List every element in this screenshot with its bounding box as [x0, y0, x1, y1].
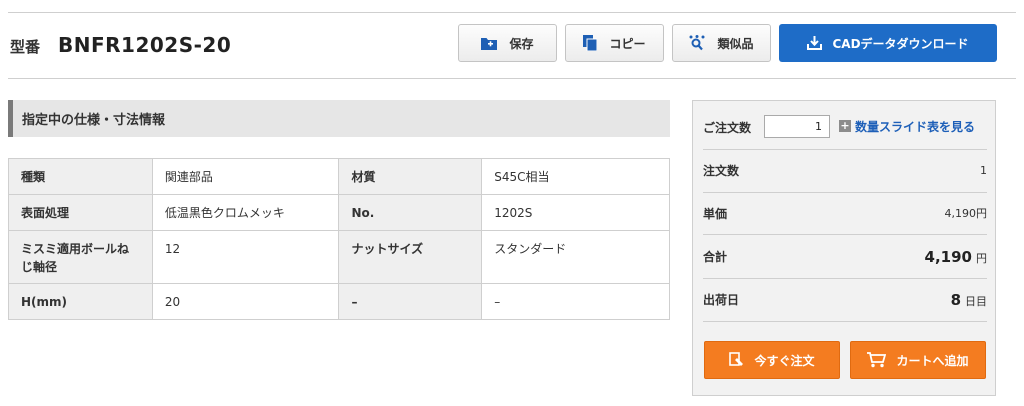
spec-key: 材質: [338, 158, 483, 195]
order-count-value: 1: [980, 163, 987, 177]
order-divider: [703, 192, 987, 193]
quantity-input[interactable]: 1: [764, 115, 830, 138]
spec-key: 表面処理: [8, 194, 153, 231]
unit-price-label: 単価: [703, 206, 728, 221]
magnifier-dots-icon: [689, 35, 705, 51]
order-panel: ご注文数 1 + 数量スライド表を見る 注文数 1 単価 4,190円 合計 4…: [692, 100, 996, 396]
order-hand-icon: [729, 351, 744, 369]
ship-days: 8 日目: [951, 290, 987, 309]
total-unit: 円: [976, 251, 987, 265]
spec-value: –: [481, 283, 670, 320]
spec-key: ナットサイズ: [338, 230, 483, 284]
ship-row: 出荷日 8 日目: [703, 287, 987, 311]
spec-section-title: 指定中の仕様・寸法情報: [22, 113, 166, 128]
spec-value: 20: [151, 283, 340, 320]
spec-key: –: [338, 283, 483, 320]
spec-value: 低温黒色クロムメッキ: [151, 194, 340, 231]
cad-download-label: CADデータダウンロード: [832, 36, 969, 51]
unit-price-row: 単価 4,190円: [703, 202, 987, 224]
total-amount: 4,190 円: [925, 247, 987, 266]
similar-label: 類似品: [717, 36, 754, 51]
plus-icon[interactable]: +: [839, 120, 851, 132]
quantity-slide-link[interactable]: 数量スライド表を見る: [855, 118, 975, 135]
spec-value: S45C相当: [481, 158, 670, 195]
spec-value: 関連部品: [151, 158, 340, 195]
copy-icon: [583, 35, 598, 51]
total-label: 合計: [703, 249, 728, 264]
table-row: ミスミ適用ボールねじ軸径 12 ナットサイズ スタンダード: [8, 230, 670, 284]
spec-key: 種類: [8, 158, 153, 195]
spec-key: H(mm): [8, 283, 153, 320]
order-count-row: 注文数 1: [703, 159, 987, 181]
save-button[interactable]: 保存: [458, 24, 557, 62]
ship-label: 出荷日: [703, 292, 740, 307]
order-now-label: 今すぐ注文: [754, 353, 815, 368]
order-now-button[interactable]: 今すぐ注文: [704, 341, 840, 379]
total-value: 4,190: [924, 247, 972, 266]
folder-plus-icon: [481, 37, 498, 50]
download-icon: [807, 36, 823, 50]
order-count-label: 注文数: [703, 163, 740, 178]
spec-table: 種類 関連部品 材質 S45C相当 表面処理 低温黒色クロムメッキ No. 12…: [8, 158, 670, 320]
model-number: BNFR1202S-20: [58, 33, 232, 57]
spec-value: 12: [151, 230, 340, 284]
cart-icon: [867, 352, 887, 368]
ship-unit: 日目: [965, 294, 987, 308]
spec-section-header: 指定中の仕様・寸法情報: [8, 100, 670, 137]
copy-button[interactable]: コピー: [565, 24, 664, 62]
top-divider: [8, 12, 1016, 13]
add-to-cart-button[interactable]: カートへ追加: [850, 341, 986, 379]
ship-value: 8: [950, 290, 961, 309]
spec-value: スタンダード: [481, 230, 670, 284]
order-divider: [703, 278, 987, 279]
order-divider: [703, 234, 987, 235]
header-divider: [8, 78, 1016, 79]
table-row: 種類 関連部品 材質 S45C相当: [8, 158, 670, 195]
spec-value: 1202S: [481, 194, 670, 231]
similar-products-button[interactable]: 類似品: [672, 24, 771, 62]
spec-key: ミスミ適用ボールねじ軸径: [8, 230, 153, 284]
model-label: 型番: [10, 38, 41, 56]
quantity-label: ご注文数: [703, 121, 752, 135]
unit-price-value: 4,190円: [944, 207, 988, 220]
order-divider: [703, 321, 987, 322]
add-to-cart-label: カートへ追加: [896, 353, 969, 368]
order-divider: [703, 149, 987, 150]
cad-download-button[interactable]: CADデータダウンロード: [779, 24, 997, 62]
total-row: 合計 4,190 円: [703, 244, 987, 268]
save-label: 保存: [509, 36, 534, 51]
table-row: H(mm) 20 – –: [8, 283, 670, 320]
spec-key: No.: [338, 194, 483, 231]
table-row: 表面処理 低温黒色クロムメッキ No. 1202S: [8, 194, 670, 231]
copy-label: コピー: [609, 36, 646, 51]
